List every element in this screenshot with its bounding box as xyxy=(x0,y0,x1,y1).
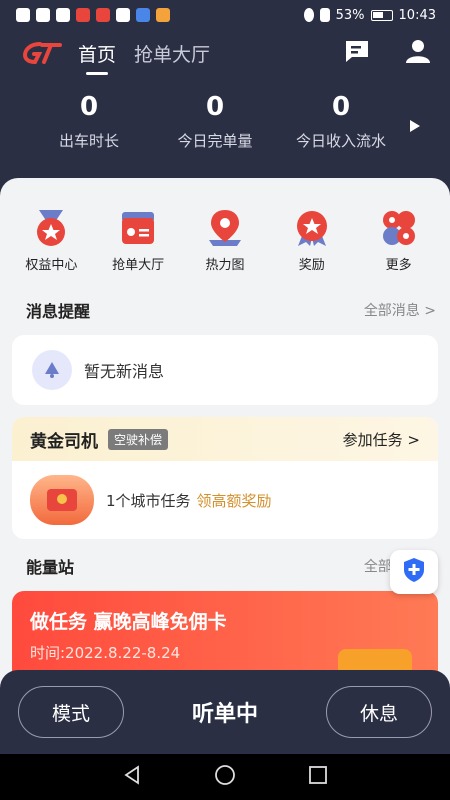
driver-stats: 0 出车时长 0 今日完单量 0 今日收入流水 xyxy=(0,92,450,162)
system-nav-bar xyxy=(0,754,450,800)
tab-home[interactable]: 首页 xyxy=(78,40,116,75)
battery-percent: 53% xyxy=(335,7,365,23)
grid-item-order-hall[interactable]: 抢单大厅 xyxy=(98,208,178,273)
messages-section-header: 消息提醒 全部消息 > xyxy=(0,297,450,323)
grid-label: 奖励 xyxy=(298,258,325,273)
red-envelope-icon xyxy=(30,475,94,525)
user-notification-icon xyxy=(116,8,130,22)
profile-icon[interactable] xyxy=(406,39,430,67)
energy-section-header: 能量站 全部活动 > xyxy=(0,553,450,579)
status-bar: 53% 10:43 xyxy=(0,0,450,30)
grid-item-more[interactable]: 更多 xyxy=(359,208,439,273)
stat-value: 0 xyxy=(79,92,99,122)
empty-message-text: 暂无新消息 xyxy=(84,362,165,381)
energy-title: 能量站 xyxy=(26,558,75,577)
tab-order-hall[interactable]: 抢单大厅 xyxy=(134,40,210,67)
stat-income[interactable]: 0 今日收入流水 xyxy=(282,92,400,162)
gold-driver-card: 黄金司机 空驶补偿 参加任务 > 1个城市任务 领高额奖励 xyxy=(12,417,438,539)
map-pin-icon xyxy=(203,208,247,248)
stat-label: 出车时长 xyxy=(58,132,119,150)
stat-completed-orders[interactable]: 0 今日完单量 xyxy=(156,92,274,162)
grid-item-rewards[interactable]: 奖励 xyxy=(272,208,352,273)
city-task-text: 1个城市任务 xyxy=(106,491,191,510)
grid-label: 更多 xyxy=(385,258,412,273)
gold-driver-tag: 空驶补偿 xyxy=(108,428,169,450)
quick-entry-grid: 权益中心 抢单大厅 热力图 奖励 更多 xyxy=(0,178,450,273)
all-messages-link[interactable]: 全部消息 > xyxy=(364,300,436,320)
gold-driver-title: 黄金司机 xyxy=(30,431,98,452)
rest-button[interactable]: 休息 xyxy=(326,686,432,738)
message-card[interactable]: 暂无新消息 xyxy=(12,335,438,405)
star-badge-icon xyxy=(290,208,334,248)
alert-icon xyxy=(16,8,30,22)
grid-label: 权益中心 xyxy=(25,258,78,273)
eye-icon xyxy=(56,8,70,22)
location-icon xyxy=(303,8,314,22)
stat-value: 0 xyxy=(331,92,351,122)
stat-driving-time[interactable]: 0 出车时长 xyxy=(30,92,148,162)
app-logo xyxy=(20,38,64,68)
safety-shield-button[interactable] xyxy=(390,550,438,594)
app-notification-icon xyxy=(136,8,150,22)
app-notification-icon xyxy=(76,8,90,22)
reward-text: 领高额奖励 xyxy=(196,491,272,510)
vibrate-icon xyxy=(319,8,330,22)
play-arrow-icon[interactable] xyxy=(410,120,420,132)
grid-item-benefits[interactable]: 权益中心 xyxy=(11,208,91,273)
home-icon[interactable] xyxy=(214,764,236,790)
wifi-icon xyxy=(36,8,50,22)
listening-status[interactable]: 听单中 xyxy=(124,696,326,728)
mode-button[interactable]: 模式 xyxy=(18,686,124,738)
top-header: 首页 抢单大厅 xyxy=(0,30,450,76)
order-card-icon xyxy=(116,208,160,248)
bottom-action-bar: 模式 听单中 休息 xyxy=(0,670,450,754)
clock: 10:43 xyxy=(398,7,436,23)
shield-icon xyxy=(402,557,426,587)
messages-title: 消息提醒 xyxy=(26,302,91,321)
gold-driver-header: 黄金司机 空驶补偿 参加任务 > xyxy=(12,417,438,461)
grid-label: 抢单大厅 xyxy=(112,258,165,273)
banner-title: 做任务 赢晚高峰免佣卡 xyxy=(30,611,227,633)
recents-icon[interactable] xyxy=(308,765,328,789)
stat-value: 0 xyxy=(205,92,225,122)
join-task-link[interactable]: 参加任务 > xyxy=(343,429,420,450)
app-notification-icon xyxy=(156,8,170,22)
battery-icon xyxy=(370,9,393,21)
message-icon[interactable] xyxy=(344,39,370,67)
app-notification-icon xyxy=(96,8,110,22)
bell-icon xyxy=(32,350,72,390)
grid-item-heatmap[interactable]: 热力图 xyxy=(185,208,265,273)
stat-label: 今日收入流水 xyxy=(295,132,386,150)
stat-label: 今日完单量 xyxy=(177,132,253,150)
back-icon[interactable] xyxy=(122,765,142,789)
gold-driver-task[interactable]: 1个城市任务 领高额奖励 xyxy=(12,461,438,539)
more-apps-icon xyxy=(377,208,421,248)
medal-icon xyxy=(29,208,73,248)
grid-label: 热力图 xyxy=(205,258,245,273)
